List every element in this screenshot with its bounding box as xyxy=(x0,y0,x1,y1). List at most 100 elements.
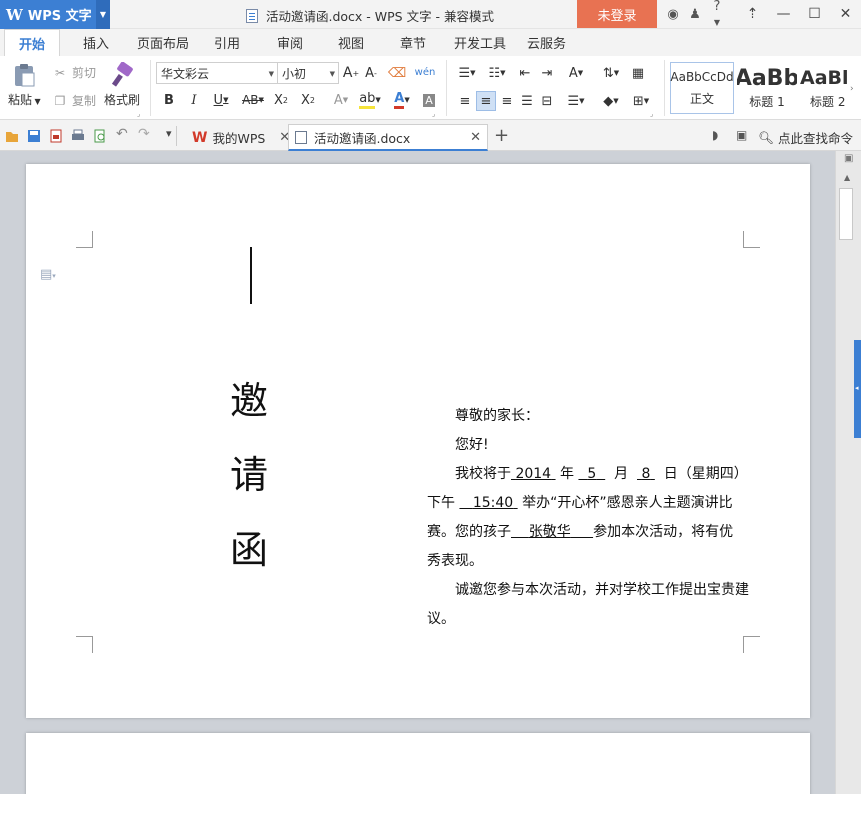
underline-icon[interactable]: U ▼ xyxy=(209,90,233,110)
panel-toggle-icon[interactable]: ▣ xyxy=(844,153,853,164)
table-border-icon[interactable]: ▦ xyxy=(628,64,648,82)
strikethrough-icon[interactable]: AB ▼ xyxy=(239,90,267,110)
redo-icon[interactable]: ↷ xyxy=(138,126,150,142)
tab-developer[interactable]: 开发工具 xyxy=(454,29,506,56)
app-menu-caret-icon[interactable]: ▼ xyxy=(96,0,110,29)
vertical-scrollbar[interactable]: ▣ ▲ xyxy=(835,151,861,794)
align-right-icon[interactable]: ≡ xyxy=(498,92,516,110)
tab-home[interactable]: 开始 xyxy=(4,29,61,57)
doc-tab-my-wps-label: 我的WPS xyxy=(212,131,266,146)
tab-chapter[interactable]: 章节 xyxy=(400,29,426,56)
tab-page-layout[interactable]: 页面布局 xyxy=(137,29,189,56)
child-line-rest: 参加本次活动，将有优 xyxy=(593,524,734,540)
side-panel-toggle[interactable]: ◂ xyxy=(854,340,861,438)
new-tab-icon[interactable]: + xyxy=(494,125,509,146)
clear-format-icon[interactable]: ⌫ xyxy=(388,64,406,82)
sort-icon[interactable]: ⇅ ▼ xyxy=(598,64,624,82)
share-icon[interactable]: ▣ xyxy=(736,128,747,142)
scrollbar-thumb[interactable] xyxy=(839,188,853,240)
bullet-list-icon[interactable]: ☰ ▼ xyxy=(454,64,480,82)
command-search-label: 点此查找命令 xyxy=(777,131,853,146)
year-unit: 年 xyxy=(560,466,574,482)
bold-icon[interactable]: B xyxy=(160,90,178,110)
print-preview-icon[interactable] xyxy=(93,129,107,143)
login-button[interactable]: 未登录 xyxy=(577,0,657,28)
font-size-caret-icon: ▼ xyxy=(329,70,335,78)
paragraph-expand-icon[interactable]: ⌟ xyxy=(650,110,653,118)
border-icon[interactable]: ⊞ ▼ xyxy=(628,92,654,110)
print-icon[interactable] xyxy=(71,129,85,143)
command-search[interactable]: 🔍︎ 点此查找命令 xyxy=(758,128,853,147)
shirt-icon[interactable]: ♟ xyxy=(684,7,706,22)
style-normal[interactable]: AaBbCcDd 正文 xyxy=(670,62,734,114)
quick-access-bar: ↶ ↷ ▾ W 我的WPS ✕ 活动邀请函.docx ✕ + ◗ ▣ 🔍︎ 点此… xyxy=(0,120,861,151)
style-heading-2[interactable]: AaBl 标题 2 xyxy=(800,62,848,114)
increase-indent-icon[interactable]: ⇥ xyxy=(538,64,556,82)
copy-button[interactable]: ❐ 复制 xyxy=(52,92,96,109)
document-page[interactable]: ▤▾ 邀 请 函 尊敬的家长： 您好! 我校将于 2014 年 5 月 8 日（… xyxy=(26,164,810,718)
text-direction-icon[interactable]: A ▼ xyxy=(562,64,590,82)
title-bar: W WPS 文字 ▼ 活动邀请函.docx - WPS 文字 - 兼容模式 未登… xyxy=(0,0,861,29)
doc-tab-my-wps[interactable]: W 我的WPS ✕ xyxy=(188,124,294,151)
styles-more-icon[interactable]: › xyxy=(850,84,854,94)
close-button[interactable]: ✕ xyxy=(830,6,861,22)
help-caret-icon: ▼ xyxy=(713,18,721,27)
minimize-button[interactable]: — xyxy=(768,6,799,22)
justify-icon[interactable]: ☰ xyxy=(518,92,536,110)
tab-insert[interactable]: 插入 xyxy=(83,29,109,56)
font-expand-icon[interactable]: ⌟ xyxy=(432,110,435,118)
phonetic-guide-icon[interactable]: wén xyxy=(412,62,438,82)
char-shading-icon[interactable]: A xyxy=(420,90,438,110)
subscript-icon[interactable]: X2 xyxy=(298,90,318,110)
child-field: 张敬华 xyxy=(511,524,593,540)
paste-button[interactable]: 粘贴 ▼ xyxy=(8,62,41,108)
app-menu-button[interactable]: W WPS 文字 ▼ xyxy=(0,0,110,29)
export-pdf-icon[interactable] xyxy=(49,129,63,143)
review-mode-icon[interactable]: ◗ xyxy=(712,128,718,142)
style-heading-1[interactable]: AaBb 标题 1 xyxy=(737,62,797,114)
child-name: 张敬华 xyxy=(528,524,571,540)
search-icon: 🔍︎ xyxy=(758,129,774,145)
skin-icon[interactable]: ◉ xyxy=(662,7,684,22)
highlight-icon[interactable]: ab ▼ xyxy=(356,90,384,110)
ribbon-panel: 粘贴 ▼ ✂ 剪切 ❐ 复制 格式刷 ⌟ 华文彩云 ▼ 小初 ▼ A + A- ⌫… xyxy=(0,56,861,120)
shrink-font-icon[interactable]: A- xyxy=(362,64,380,82)
doc-tab-active[interactable]: 活动邀请函.docx ✕ xyxy=(288,124,488,151)
italic-icon[interactable]: I xyxy=(185,90,203,110)
tab-view[interactable]: 视图 xyxy=(338,29,364,56)
year-value: 2014 xyxy=(515,466,552,482)
decrease-indent-icon[interactable]: ⇤ xyxy=(516,64,534,82)
document-page-2[interactable] xyxy=(26,733,810,794)
superscript-icon[interactable]: X2 xyxy=(271,90,291,110)
font-size-select[interactable]: 小初 ▼ xyxy=(277,62,339,84)
scroll-up-icon[interactable]: ▲ xyxy=(844,173,850,182)
close-tab-icon[interactable]: ✕ xyxy=(470,130,481,145)
grow-font-icon[interactable]: A + xyxy=(342,64,360,82)
save-icon[interactable] xyxy=(27,129,41,143)
maximize-button[interactable]: ☐ xyxy=(799,6,830,22)
help-icon[interactable]: ?▼ xyxy=(706,0,728,29)
tab-review[interactable]: 审阅 xyxy=(277,29,303,56)
distributed-align-icon[interactable]: ⊟ xyxy=(538,92,556,110)
clipboard-expand-icon[interactable]: ⌟ xyxy=(137,110,140,118)
tab-references[interactable]: 引用 xyxy=(214,29,240,56)
upload-icon[interactable]: ⇡ xyxy=(737,6,768,22)
tab-cloud[interactable]: 云服务 xyxy=(527,29,566,56)
paragraph-handle-icon[interactable]: ▤▾ xyxy=(40,267,56,282)
event-text: 举办“开心杯”感恩亲人主题演讲比 xyxy=(522,495,733,511)
line-spacing-icon[interactable]: ☰ ▼ xyxy=(562,92,590,110)
paragraph-shading-icon[interactable]: ◆ ▼ xyxy=(598,92,624,110)
month-unit: 月 xyxy=(614,466,629,482)
font-color-icon[interactable]: A ▼ xyxy=(388,90,416,110)
font-family-select[interactable]: 华文彩云 ▼ xyxy=(156,62,278,84)
align-left-icon[interactable]: ≡ xyxy=(456,92,474,110)
text-effect-icon[interactable]: A ▼ xyxy=(327,90,355,110)
customize-quickbar-icon[interactable]: ▾ xyxy=(166,127,172,140)
undo-icon[interactable]: ↶ xyxy=(116,126,128,142)
cut-button[interactable]: ✂ 剪切 xyxy=(52,64,96,81)
numbered-list-icon[interactable]: ☷ ▼ xyxy=(484,64,510,82)
open-folder-icon[interactable] xyxy=(5,129,19,143)
align-center-icon[interactable]: ≡ xyxy=(476,91,496,111)
format-painter-button[interactable]: 格式刷 xyxy=(104,62,140,108)
ribbon-tab-bar: 开始 插入 页面布局 引用 审阅 视图 章节 开发工具 云服务 xyxy=(0,29,861,57)
